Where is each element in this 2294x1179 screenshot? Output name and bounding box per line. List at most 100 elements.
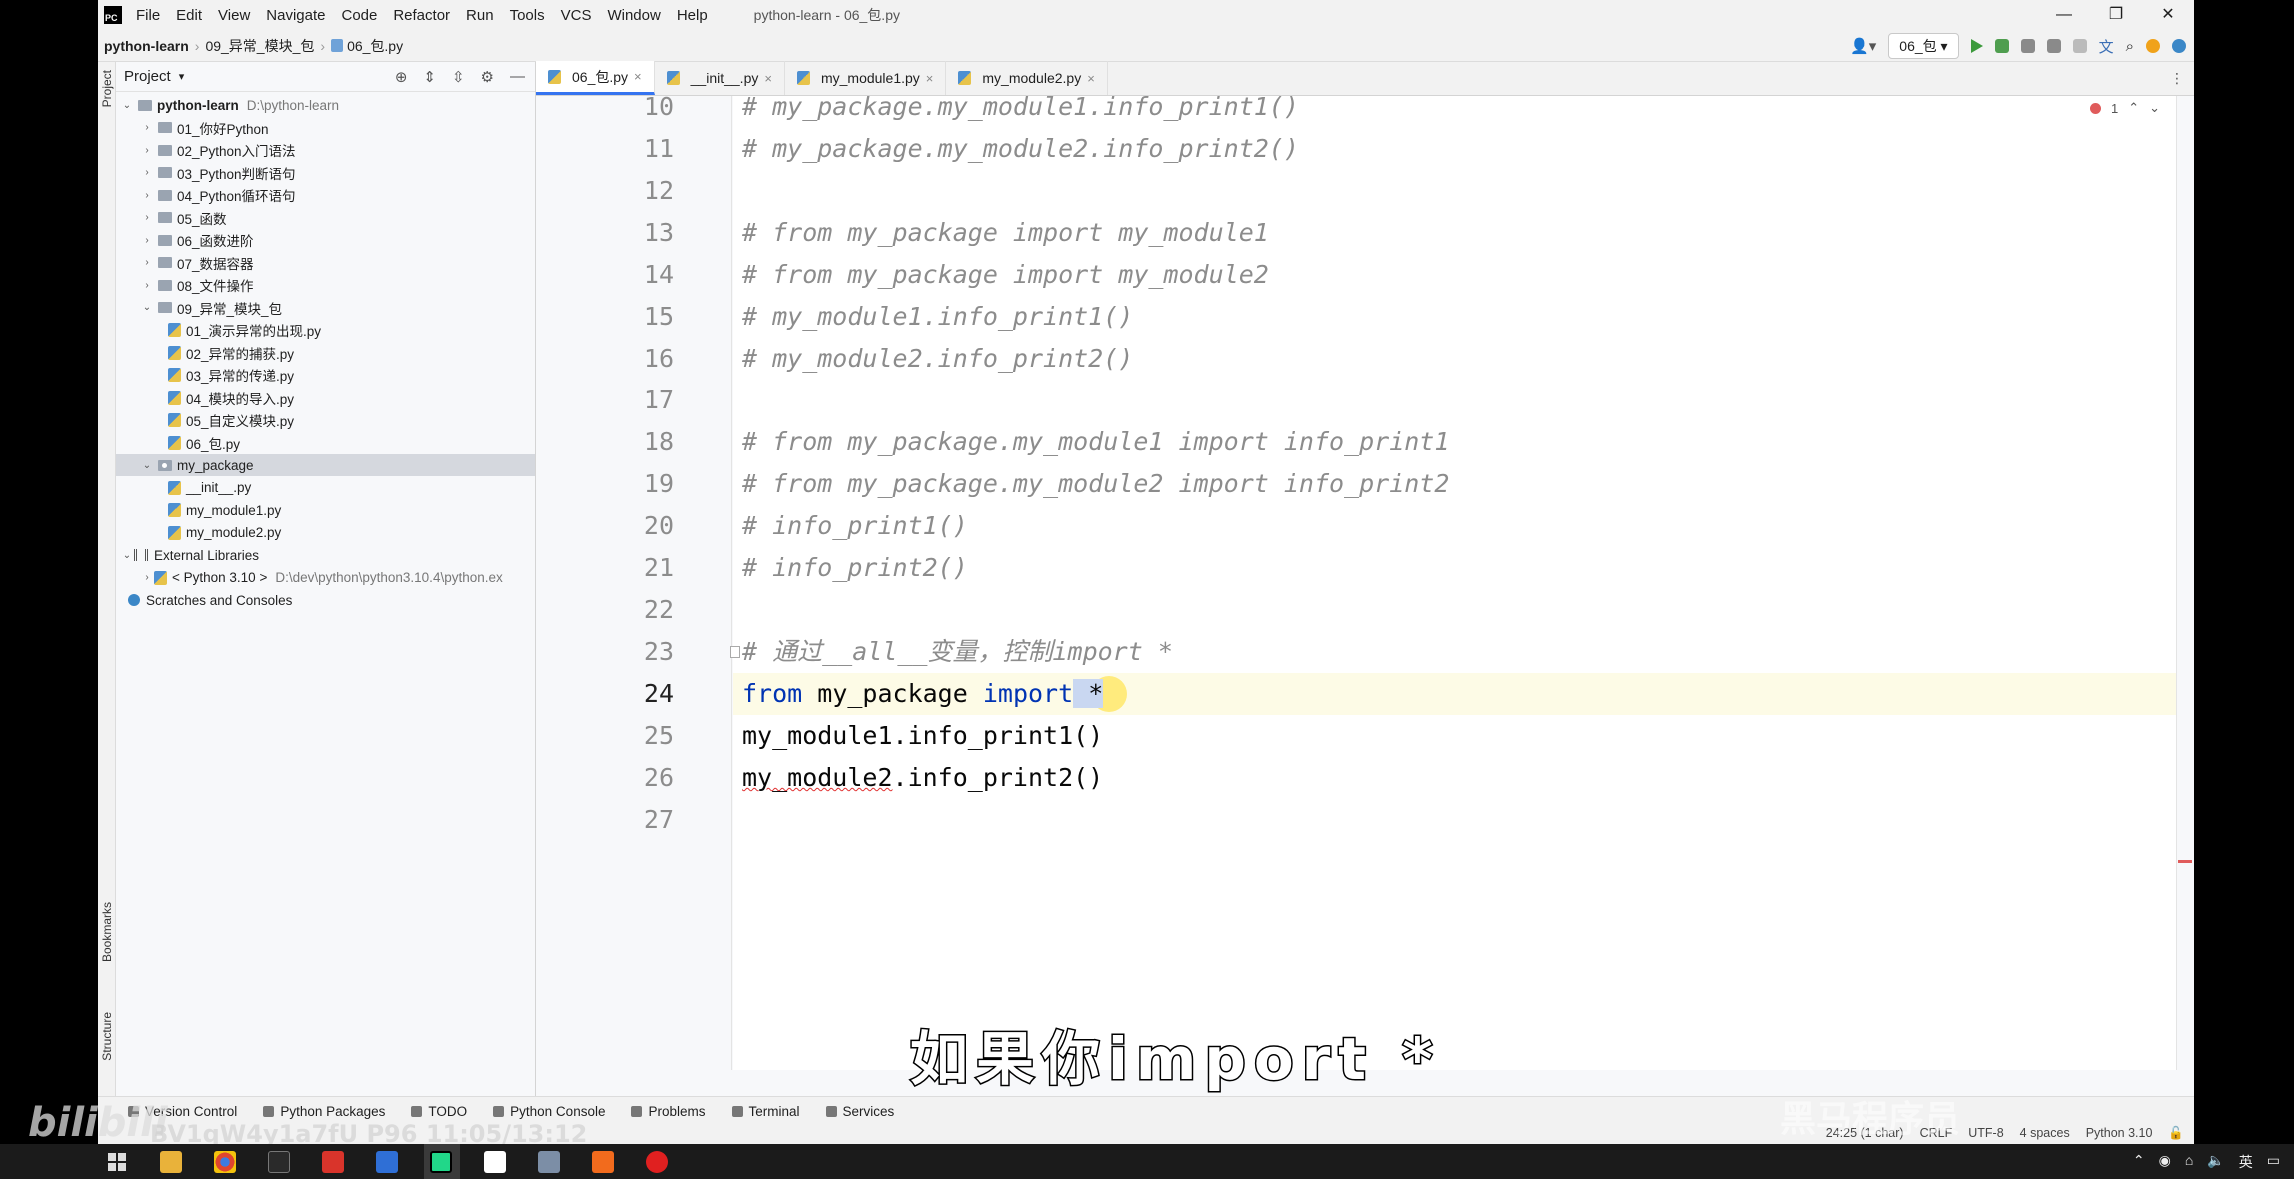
tree-item-16[interactable]: ⌄ my_package bbox=[116, 454, 535, 476]
wps-icon[interactable] bbox=[322, 1151, 344, 1173]
fold-icon[interactable] bbox=[730, 646, 740, 659]
editor-scrollbar[interactable] bbox=[2176, 96, 2194, 1070]
tree-item-2[interactable]: › 02_Python入门语法 bbox=[116, 139, 535, 161]
tree-item-7[interactable]: › 07_数据容器 bbox=[116, 252, 535, 274]
vscode-icon[interactable] bbox=[376, 1151, 398, 1173]
code-line[interactable]: my_module1.info_print1() bbox=[742, 715, 1103, 757]
restore-button[interactable]: ❐ bbox=[2090, 0, 2142, 30]
code-line[interactable]: from my_package import * bbox=[742, 673, 1104, 715]
close-icon[interactable]: × bbox=[1087, 71, 1095, 86]
run-icon[interactable] bbox=[1970, 39, 1983, 53]
tree-item-0[interactable]: ⌄ python-learn D:\python-learn bbox=[116, 94, 535, 116]
hide-icon[interactable]: — bbox=[510, 68, 525, 86]
tree-item-15[interactable]: 06_包.py bbox=[116, 432, 535, 454]
menu-navigate[interactable]: Navigate bbox=[266, 7, 325, 24]
code-line[interactable]: # info_print1() bbox=[742, 505, 968, 547]
code-line[interactable]: # from my_package import my_module1 bbox=[742, 212, 1269, 254]
chevron-down-icon[interactable]: ⌄ bbox=[2149, 100, 2160, 116]
tree-item-1[interactable]: › 01_你好Python bbox=[116, 117, 535, 139]
volume-icon[interactable]: 🔈 bbox=[2207, 1152, 2224, 1172]
chevron-right-icon[interactable]: › bbox=[140, 280, 154, 291]
tree-item-13[interactable]: 04_模块的导入.py bbox=[116, 387, 535, 409]
menu-run[interactable]: Run bbox=[466, 7, 494, 24]
ime-indicator[interactable]: 英 bbox=[2239, 1152, 2253, 1172]
profile-icon[interactable] bbox=[2046, 39, 2061, 53]
tool-window-problems[interactable]: Problems bbox=[631, 1104, 706, 1119]
update-icon[interactable] bbox=[2146, 39, 2160, 53]
chevron-right-icon[interactable]: › bbox=[140, 190, 154, 201]
structure-tool-tab[interactable]: Structure bbox=[100, 1012, 114, 1061]
close-icon[interactable]: × bbox=[764, 71, 772, 86]
breadcrumb-folder[interactable]: 09_异常_模块_包 bbox=[205, 36, 314, 56]
code-line[interactable]: # from my_package import my_module2 bbox=[742, 254, 1269, 296]
code-line[interactable]: # my_package.my_module1.info_print1() bbox=[742, 86, 1299, 128]
tool-window-python-packages[interactable]: Python Packages bbox=[263, 1104, 385, 1119]
chevron-up-icon[interactable]: ⌃ bbox=[2128, 100, 2139, 116]
tree-item-14[interactable]: 05_自定义模块.py bbox=[116, 409, 535, 431]
typora-icon[interactable] bbox=[484, 1151, 506, 1173]
chevron-down-icon[interactable]: ⌄ bbox=[140, 460, 154, 471]
tree-item-20[interactable]: ⌄ External Libraries bbox=[116, 544, 535, 566]
menu-vcs[interactable]: VCS bbox=[561, 7, 592, 24]
record-tray-icon[interactable]: ◉ bbox=[2159, 1152, 2171, 1172]
bookmarks-tool-tab[interactable]: Bookmarks bbox=[100, 902, 114, 962]
menu-window[interactable]: Window bbox=[607, 7, 660, 24]
chevron-right-icon[interactable]: › bbox=[140, 572, 154, 583]
tool-window-terminal[interactable]: Terminal bbox=[731, 1104, 800, 1119]
chevron-right-icon[interactable]: › bbox=[140, 145, 154, 156]
close-icon[interactable]: × bbox=[926, 71, 934, 86]
pycharm-icon[interactable] bbox=[430, 1151, 452, 1173]
notification-icon[interactable]: ▭ bbox=[2267, 1152, 2280, 1172]
tree-item-22[interactable]: Scratches and Consoles bbox=[116, 589, 535, 611]
translate-icon[interactable]: 文 bbox=[2099, 36, 2114, 57]
interpreter-setting[interactable]: Python 3.10 bbox=[2086, 1126, 2153, 1141]
tree-item-10[interactable]: 01_演示异常的出现.py bbox=[116, 319, 535, 341]
chevron-right-icon[interactable]: › bbox=[140, 212, 154, 223]
tree-item-17[interactable]: __init__.py bbox=[116, 477, 535, 499]
tree-item-12[interactable]: 03_异常的传递.py bbox=[116, 364, 535, 386]
player-icon[interactable] bbox=[592, 1151, 614, 1173]
chevron-right-icon[interactable]: › bbox=[140, 257, 154, 268]
gear-icon[interactable]: ⚙ bbox=[481, 68, 494, 86]
menu-view[interactable]: View bbox=[218, 7, 250, 24]
lock-icon[interactable]: 🔓 bbox=[2168, 1126, 2184, 1141]
chevron-down-icon[interactable]: ⌄ bbox=[140, 302, 154, 313]
tool-window-todo[interactable]: TODO bbox=[411, 1104, 467, 1119]
chevron-right-icon[interactable]: › bbox=[140, 235, 154, 246]
menu-file[interactable]: File bbox=[136, 7, 160, 24]
tree-item-9[interactable]: ⌄ 09_异常_模块_包 bbox=[116, 297, 535, 319]
chrome-icon[interactable] bbox=[214, 1151, 236, 1173]
breadcrumb-project[interactable]: python-learn bbox=[104, 38, 189, 54]
chevron-up-icon[interactable]: ⌃ bbox=[2133, 1152, 2145, 1172]
tabs-menu-icon[interactable]: ⋮ bbox=[2170, 70, 2184, 87]
stop-icon[interactable] bbox=[2072, 39, 2087, 53]
inspection-widget[interactable]: 1 ⌃ ⌄ bbox=[2089, 100, 2160, 116]
code-line[interactable]: # from my_package.my_module1 import info… bbox=[742, 421, 1449, 463]
tree-item-21[interactable]: › < Python 3.10 > D:\dev\python\python3.10… bbox=[116, 567, 535, 589]
settings-icon[interactable] bbox=[2172, 39, 2186, 53]
indent-setting[interactable]: 4 spaces bbox=[2020, 1126, 2070, 1141]
project-panel-title[interactable]: Project bbox=[124, 68, 171, 85]
tree-item-6[interactable]: › 06_函数进阶 bbox=[116, 229, 535, 251]
chevron-right-icon[interactable]: › bbox=[140, 167, 154, 178]
code-editor[interactable]: # my_package.my_module1.info_print1() # m… bbox=[730, 92, 2176, 1070]
menu-refactor[interactable]: Refactor bbox=[393, 7, 450, 24]
chevron-down-icon[interactable]: ⌄ bbox=[120, 550, 134, 561]
tool-window-services[interactable]: Services bbox=[825, 1104, 894, 1119]
terminal-icon[interactable] bbox=[268, 1151, 290, 1173]
windows-start-icon[interactable] bbox=[108, 1153, 126, 1171]
close-window-button[interactable]: ✕ bbox=[2142, 0, 2194, 30]
chevron-down-icon[interactable]: ▾ bbox=[179, 70, 185, 83]
app-icon[interactable] bbox=[538, 1151, 560, 1173]
code-line[interactable]: # 通过__all__变量，控制import * bbox=[730, 631, 1173, 673]
menu-tools[interactable]: Tools bbox=[510, 7, 545, 24]
tree-item-3[interactable]: › 03_Python判断语句 bbox=[116, 162, 535, 184]
user-icon[interactable]: 👤▾ bbox=[1850, 37, 1876, 55]
search-icon[interactable]: ⌕ bbox=[2126, 38, 2134, 55]
debug-icon[interactable] bbox=[1994, 39, 2009, 53]
breadcrumb-file[interactable]: 06_包.py bbox=[347, 36, 403, 56]
code-line[interactable]: # my_package.my_module2.info_print2() bbox=[742, 128, 1299, 170]
code-line[interactable]: # from my_package.my_module2 import info… bbox=[742, 463, 1449, 505]
locate-icon[interactable]: ⊕ bbox=[395, 68, 408, 86]
menu-help[interactable]: Help bbox=[677, 7, 708, 24]
